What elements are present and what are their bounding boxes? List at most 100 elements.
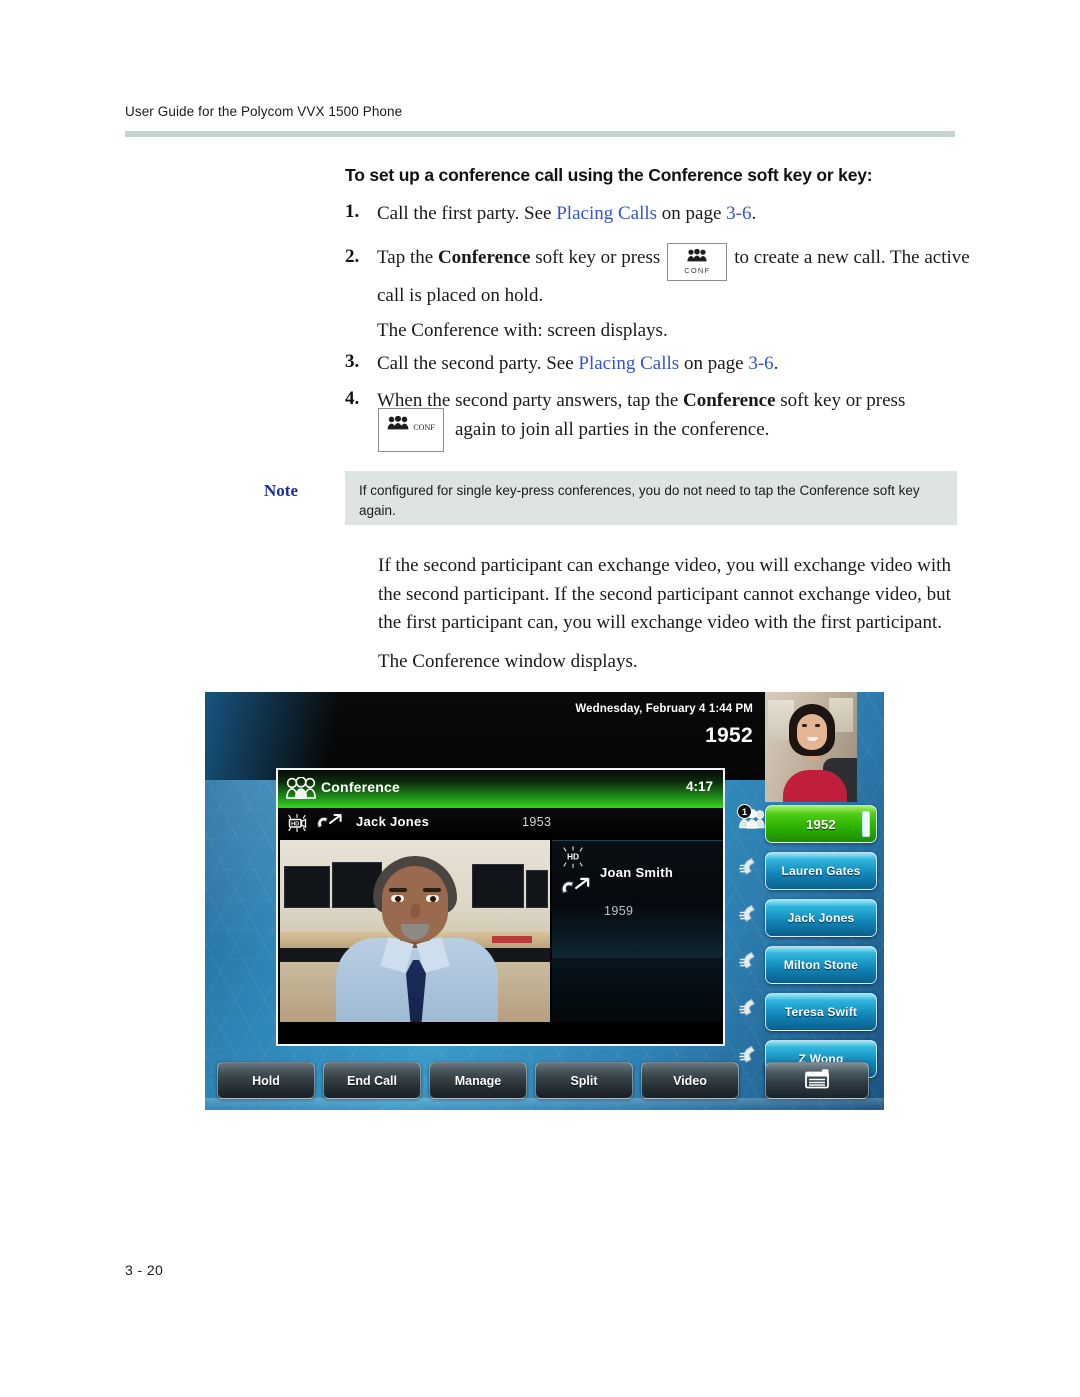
line-key-lauren-gates[interactable]: Lauren Gates	[739, 849, 884, 893]
video-monitor	[472, 864, 524, 908]
soft-key-label: Video	[673, 1073, 707, 1088]
line-key-label: 1952	[806, 816, 836, 832]
conference-group-icon	[387, 415, 413, 434]
page-ref-link[interactable]: 3-6	[748, 353, 773, 374]
outgoing-call-icon	[558, 875, 592, 906]
line-key-label: Lauren Gates	[781, 864, 861, 878]
step-number: 1.	[345, 201, 360, 222]
handset-icon	[739, 996, 765, 1024]
self-view-face	[797, 714, 827, 750]
phone-screen-figure: Wednesday, February 4 1:44 PM 1952 Confe…	[205, 692, 884, 1110]
line-key-button[interactable]: Milton Stone	[765, 946, 877, 984]
step-1-text-mid: on page	[657, 203, 727, 224]
note-box: If configured for single key-press confe…	[345, 471, 957, 525]
page-ref-link[interactable]: 3-6	[726, 203, 751, 224]
step-text: Tap the Conference soft key or press CON…	[377, 243, 970, 311]
party-one-name: Jack Jones	[356, 814, 430, 829]
conference-call-window: Conference 4:17 HD Jack Jones 1953 HD Jo…	[276, 768, 725, 1046]
call-timer: 4:17	[685, 779, 713, 794]
party-one-extension: 1953	[522, 815, 552, 829]
page-title: To set up a conference call using the Co…	[345, 165, 873, 185]
line-key-jack-jones[interactable]: Jack Jones	[739, 896, 884, 940]
soft-key-label: Split	[570, 1073, 598, 1088]
note-label: Note	[264, 481, 298, 500]
running-head: User Guide for the Polycom VVX 1500 Phon…	[125, 104, 403, 119]
conference-softkey-name: Conference	[437, 247, 531, 268]
svg-text:HD: HD	[567, 852, 579, 862]
soft-key-label: Hold	[252, 1073, 280, 1088]
conference-group-icon	[668, 249, 726, 265]
step-2-subline: The Conference with: screen displays.	[377, 320, 668, 341]
step-3: 3. Call the second party. See Placing Ca…	[345, 348, 970, 379]
handset-icon	[739, 855, 765, 883]
procedure-steps: 1. Call the first party. See Placing Cal…	[345, 198, 970, 420]
step-2: 2. Tap the Conference soft key or press	[345, 243, 970, 311]
scroll-indicator	[862, 811, 870, 837]
placing-calls-link[interactable]: Placing Calls	[556, 203, 657, 224]
page-number: 3 - 20	[125, 1262, 164, 1278]
paragraph-window-displays: The Conference window displays.	[378, 651, 638, 672]
call-party-row-one[interactable]: HD Jack Jones 1953	[278, 808, 723, 838]
conference-softkey-name: Conference	[683, 390, 776, 411]
conference-title: Conference	[321, 779, 401, 795]
conf-key-label: CONF	[413, 423, 435, 432]
line-key-teresa-swift[interactable]: Teresa Swift	[739, 990, 884, 1034]
call-party-row-two[interactable]: HD Joan Smith 1959	[552, 840, 723, 958]
video-desk-object	[492, 936, 532, 943]
far-end-video-feed	[280, 840, 550, 1022]
step-2-text-mid: soft key or press	[530, 247, 661, 268]
line-key-1952[interactable]: 1 1952	[737, 802, 884, 846]
video-monitor	[284, 866, 330, 908]
self-view-video-thumbnail	[765, 692, 857, 802]
paragraph-video-exchange: If the second participant can exchange v…	[378, 555, 951, 633]
line-key-badge: 1	[737, 804, 752, 819]
conf-hard-key[interactable]: CONF	[378, 408, 444, 452]
placing-calls-link[interactable]: Placing Calls	[578, 353, 679, 374]
step-1: 1. Call the first party. See Placing Cal…	[345, 198, 970, 229]
soft-key-label: Manage	[454, 1073, 502, 1088]
step-3-text-mid: on page	[679, 353, 749, 374]
conference-group-icon	[286, 776, 316, 804]
line-key-button[interactable]: Lauren Gates	[765, 852, 877, 890]
self-view-eye-right	[815, 724, 820, 727]
party-two-name: Joan Smith	[600, 865, 674, 880]
video-monitor	[526, 870, 548, 908]
step-number: 3.	[345, 351, 360, 372]
line-key-button[interactable]: Jack Jones	[765, 899, 877, 937]
handset-icon	[739, 949, 765, 977]
step-number: 2.	[345, 246, 360, 267]
conf-hard-key[interactable]: CONF	[667, 243, 728, 281]
line-key-label: Jack Jones	[787, 911, 855, 925]
line-key-milton-stone[interactable]: Milton Stone	[739, 943, 884, 987]
step-2-text-before: Tap the	[377, 247, 438, 268]
soft-key-split[interactable]: Split	[535, 1062, 633, 1099]
soft-key-manage[interactable]: Manage	[429, 1062, 527, 1099]
soft-key-video[interactable]: Video	[641, 1062, 739, 1099]
video-person-brow	[389, 888, 407, 892]
step-number: 4.	[345, 388, 360, 409]
step-3-text-before: Call the second party. See	[377, 353, 579, 374]
header-rule	[125, 131, 955, 137]
menu-window-icon	[805, 1069, 829, 1092]
video-person-pupil	[395, 895, 401, 902]
soft-key-row: Hold End Call Manage Split Video	[205, 1062, 884, 1102]
soft-key-hold[interactable]: Hold	[217, 1062, 315, 1099]
party-two-extension: 1959	[604, 904, 634, 918]
line-key-column: 1 1952 Lauren Gates Jack Jones Milton St…	[737, 802, 884, 1084]
video-person-pupil	[430, 895, 436, 902]
soft-key-menu[interactable]	[765, 1062, 869, 1099]
handset-icon	[739, 902, 765, 930]
status-extension: 1952	[705, 724, 753, 747]
hd-audio-icon: HD	[560, 845, 586, 876]
self-view-eye-left	[802, 724, 807, 727]
hd-video-icon: HD	[286, 813, 308, 838]
status-date-time: Wednesday, February 4 1:44 PM	[575, 703, 753, 715]
soft-key-end-call[interactable]: End Call	[323, 1062, 421, 1099]
line-key-button[interactable]: Teresa Swift	[765, 993, 877, 1031]
step-text: Call the second party. See Placing Calls…	[377, 348, 970, 379]
video-person-brow	[423, 888, 441, 892]
line-key-button[interactable]: 1952	[765, 805, 877, 843]
step-text: Call the first party. See Placing Calls …	[377, 198, 970, 229]
soft-key-label: End Call	[346, 1073, 397, 1088]
outgoing-call-icon	[314, 812, 344, 839]
